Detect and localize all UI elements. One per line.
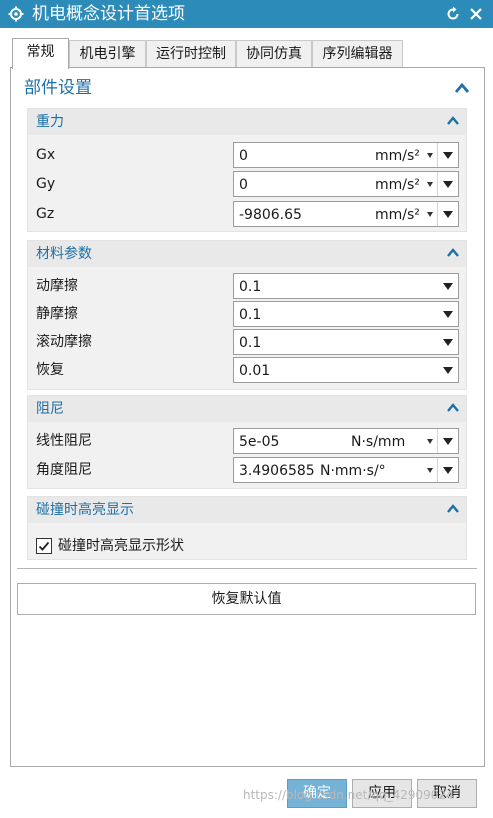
window-title: 机电概念设计首选项	[32, 4, 185, 24]
section-title-part-settings: 部件设置	[24, 78, 92, 98]
checkmark-icon	[38, 541, 50, 551]
rolling-friction-field[interactable]: 0.1	[233, 329, 459, 355]
gz-dropdown-icon[interactable]	[443, 211, 453, 218]
angular-damping-field[interactable]: 3.4906585 N·mm·s/°	[233, 457, 459, 483]
collapse-gravity-icon[interactable]	[446, 115, 460, 127]
restitution-dropdown-icon[interactable]	[443, 367, 453, 374]
gx-field[interactable]: 0 mm/s²	[233, 142, 459, 168]
gz-unit: mm/s²	[375, 207, 420, 223]
tab-co-simulation[interactable]: 协同仿真	[236, 40, 312, 68]
reset-icon[interactable]	[443, 4, 463, 24]
damping-group-header[interactable]: 阻尼	[28, 396, 466, 422]
gz-field[interactable]: -9806.65 mm/s²	[233, 201, 459, 227]
restitution-value[interactable]: 0.01	[239, 362, 270, 380]
gx-unit-arrow-icon[interactable]	[427, 153, 433, 158]
material-group-header[interactable]: 材料参数	[28, 241, 466, 267]
apply-button[interactable]: 应用	[352, 779, 412, 808]
static-friction-dropdown-icon[interactable]	[443, 311, 453, 318]
gravity-group-title: 重力	[36, 114, 64, 130]
linear-damping-divider	[437, 429, 438, 453]
gy-dropdown-icon[interactable]	[443, 181, 453, 188]
cancel-button[interactable]: 取消	[417, 779, 477, 808]
collapse-collision-icon[interactable]	[446, 503, 460, 515]
tab-bar: 常规 机电引擎 运行时控制 协同仿真 序列编辑器	[12, 38, 482, 69]
collision-group-header[interactable]: 碰撞时高亮显示	[28, 497, 466, 523]
tab-physics-engine[interactable]: 机电引擎	[69, 40, 146, 68]
gz-unit-arrow-icon[interactable]	[427, 212, 433, 217]
gravity-group: 重力 Gx 0 mm/s² Gy 0 mm/s² Gz -9806.65 mm/…	[27, 108, 467, 232]
gx-label: Gx	[36, 147, 56, 163]
app-gear-icon	[8, 6, 24, 22]
gy-unit: mm/s²	[375, 177, 420, 193]
rolling-friction-value[interactable]: 0.1	[239, 334, 261, 352]
restitution-field[interactable]: 0.01	[233, 357, 459, 383]
gy-value[interactable]: 0	[239, 176, 248, 194]
angular-damping-unit-arrow-icon[interactable]	[427, 468, 433, 473]
rolling-friction-label: 滚动摩擦	[36, 334, 92, 350]
tab-content-panel: 部件设置 重力 Gx 0 mm/s² Gy 0 mm/s² Gz -9806.6…	[10, 67, 485, 767]
collapse-section-icon[interactable]	[454, 81, 470, 95]
restitution-label: 恢复	[36, 362, 64, 378]
gy-unit-arrow-icon[interactable]	[427, 182, 433, 187]
static-friction-value[interactable]: 0.1	[239, 306, 261, 324]
collapse-damping-icon[interactable]	[446, 402, 460, 414]
gx-dropdown-icon[interactable]	[443, 152, 453, 159]
ok-button[interactable]: 确定	[287, 779, 347, 808]
highlight-shape-checkbox[interactable]	[36, 538, 52, 554]
linear-damping-label: 线性阻尼	[36, 433, 92, 449]
gy-label: Gy	[36, 176, 56, 192]
tab-runtime-control[interactable]: 运行时控制	[146, 40, 236, 68]
title-bar: 机电概念设计首选项	[0, 0, 493, 28]
damping-group: 阻尼 线性阻尼 5e-05 N·s/mm 角度阻尼 3.4906585 N·mm…	[27, 395, 467, 489]
angular-damping-dropdown-icon[interactable]	[443, 467, 453, 474]
highlight-shape-label[interactable]: 碰撞时高亮显示形状	[58, 537, 184, 555]
material-group-title: 材料参数	[36, 246, 92, 262]
collision-highlight-group: 碰撞时高亮显示 碰撞时高亮显示形状	[27, 496, 467, 560]
gz-value[interactable]: -9806.65	[239, 206, 302, 224]
material-params-group: 材料参数 动摩擦 0.1 静摩擦 0.1 滚动摩擦 0.1 恢复 0.01	[27, 240, 467, 390]
static-friction-field[interactable]: 0.1	[233, 301, 459, 327]
collapse-material-icon[interactable]	[446, 247, 460, 259]
angular-damping-divider	[437, 458, 438, 482]
gravity-group-header[interactable]: 重力	[28, 109, 466, 135]
gy-divider	[437, 172, 438, 196]
dynamic-friction-dropdown-icon[interactable]	[443, 283, 453, 290]
angular-damping-value[interactable]: 3.4906585	[239, 462, 315, 480]
linear-damping-value[interactable]: 5e-05	[239, 433, 279, 451]
tab-general[interactable]: 常规	[12, 38, 69, 69]
gy-field[interactable]: 0 mm/s²	[233, 171, 459, 197]
tab-sequence-editor[interactable]: 序列编辑器	[312, 40, 403, 68]
collision-group-title: 碰撞时高亮显示	[36, 502, 134, 518]
linear-damping-dropdown-icon[interactable]	[443, 438, 453, 445]
gz-label: Gz	[36, 206, 55, 222]
dynamic-friction-value[interactable]: 0.1	[239, 278, 261, 296]
restore-defaults-button[interactable]: 恢复默认值	[17, 583, 476, 615]
divider-line	[17, 568, 477, 569]
linear-damping-unit: N·s/mm	[351, 434, 406, 450]
gz-divider	[437, 202, 438, 226]
gx-value[interactable]: 0	[239, 147, 248, 165]
close-icon[interactable]	[466, 4, 486, 24]
linear-damping-field[interactable]: 5e-05 N·s/mm	[233, 428, 459, 454]
angular-damping-unit: N·mm·s/°	[320, 462, 421, 480]
dynamic-friction-field[interactable]: 0.1	[233, 273, 459, 299]
gx-divider	[437, 143, 438, 167]
linear-damping-unit-arrow-icon[interactable]	[427, 439, 433, 444]
dynamic-friction-label: 动摩擦	[36, 278, 78, 294]
angular-damping-label: 角度阻尼	[36, 462, 92, 478]
gx-unit: mm/s²	[375, 148, 420, 164]
damping-group-title: 阻尼	[36, 401, 64, 417]
rolling-friction-dropdown-icon[interactable]	[443, 339, 453, 346]
static-friction-label: 静摩擦	[36, 306, 78, 322]
